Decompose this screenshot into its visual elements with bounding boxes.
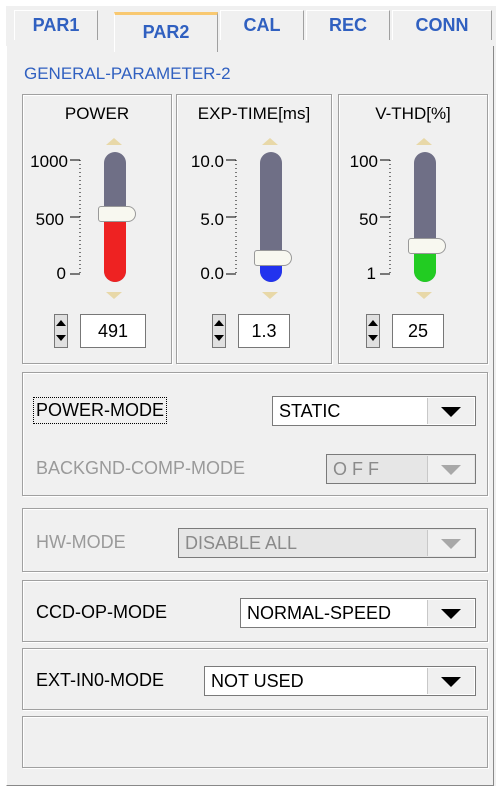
exp-time-tick-mid: 5.0 xyxy=(200,210,224,229)
hw-mode-dropdown[interactable]: DISABLE ALL xyxy=(178,528,476,558)
exp-time-tick-min: 0.0 xyxy=(200,264,224,283)
chevron-down-icon xyxy=(441,609,461,619)
power-tick-mid: 500 xyxy=(35,210,64,229)
v-thd-label: V-THD[%] xyxy=(375,104,451,123)
ccd-op-mode-dropdown-button[interactable] xyxy=(427,600,474,626)
backgnd-comp-mode-dropdown[interactable]: O F F xyxy=(326,454,476,484)
chevron-down-icon xyxy=(441,677,461,687)
exp-time-down-arrow-icon[interactable] xyxy=(262,292,278,299)
section-title: GENERAL-PARAMETER-2 xyxy=(24,64,231,83)
power-spinner-button[interactable] xyxy=(54,314,68,348)
chevron-down-icon xyxy=(441,407,461,417)
chevron-down-icon xyxy=(441,539,461,549)
power-scale xyxy=(70,159,81,275)
power-tick-min: 0 xyxy=(56,264,66,283)
ccd-op-mode-dropdown[interactable]: NORMAL-SPEED xyxy=(240,598,476,628)
power-value-field[interactable]: 491 xyxy=(80,314,146,348)
power-mode-label: POWER-MODE xyxy=(33,397,167,424)
v-thd-tick-min: 1 xyxy=(366,264,376,283)
exp-time-tick-max: 10.0 xyxy=(190,152,224,171)
hw-mode-value: DISABLE ALL xyxy=(185,533,298,553)
ext-in0-mode-dropdown-button[interactable] xyxy=(427,668,474,694)
ccd-op-mode-value: NORMAL-SPEED xyxy=(247,603,392,623)
v-thd-slider-track[interactable] xyxy=(414,152,436,282)
exp-time-label: EXP-TIME[ms] xyxy=(197,104,311,123)
power-slider-thumb[interactable] xyxy=(98,206,136,222)
status-panel xyxy=(22,716,488,768)
backgnd-comp-mode-label: BACKGND-COMP-MODE xyxy=(36,458,246,478)
exp-time-value-field[interactable]: 1.3 xyxy=(238,314,290,348)
v-thd-tick-mid: 50 xyxy=(359,210,378,229)
exp-time-slider-fill xyxy=(260,264,282,282)
power-label: POWER xyxy=(64,104,130,123)
power-mode-value: STATIC xyxy=(279,401,341,421)
exp-time-scale xyxy=(226,159,237,275)
exp-time-up-arrow-icon[interactable] xyxy=(262,138,278,145)
hw-mode-dropdown-button[interactable] xyxy=(427,530,474,556)
exp-time-slider-thumb[interactable] xyxy=(254,250,292,266)
tab-rec[interactable]: REC xyxy=(306,10,390,40)
power-down-arrow-icon[interactable] xyxy=(106,292,122,299)
backgnd-comp-mode-dropdown-button[interactable] xyxy=(427,456,474,482)
backgnd-comp-mode-value: O F F xyxy=(333,459,379,479)
v-thd-spinner-button[interactable] xyxy=(366,314,380,348)
power-mode-dropdown[interactable]: STATIC xyxy=(272,396,476,426)
ext-in0-mode-dropdown[interactable]: NOT USED xyxy=(204,666,476,696)
v-thd-down-arrow-icon[interactable] xyxy=(416,292,432,299)
tab-conn[interactable]: CONN xyxy=(392,10,492,40)
tab-cal[interactable]: CAL xyxy=(220,10,304,40)
v-thd-slider-thumb[interactable] xyxy=(408,238,446,254)
ext-in0-mode-label: EXT-IN0-MODE xyxy=(36,670,165,690)
tab-par2[interactable]: PAR2 xyxy=(114,12,218,52)
exp-time-spinner-button[interactable] xyxy=(212,314,226,348)
power-mode-dropdown-button[interactable] xyxy=(427,398,474,424)
v-thd-value-field[interactable]: 25 xyxy=(392,314,444,348)
power-tick-max: 1000 xyxy=(30,152,68,171)
hw-mode-label: HW-MODE xyxy=(36,532,126,552)
v-thd-tick-max: 100 xyxy=(349,152,378,171)
tab-par1[interactable]: PAR1 xyxy=(14,10,98,40)
v-thd-up-arrow-icon[interactable] xyxy=(416,138,432,145)
ccd-op-mode-label: CCD-OP-MODE xyxy=(36,602,167,622)
v-thd-scale xyxy=(380,159,391,275)
power-slider-fill xyxy=(104,222,126,282)
chevron-down-icon xyxy=(441,465,461,475)
ext-in0-mode-value: NOT USED xyxy=(211,671,304,691)
power-up-arrow-icon[interactable] xyxy=(106,138,122,145)
